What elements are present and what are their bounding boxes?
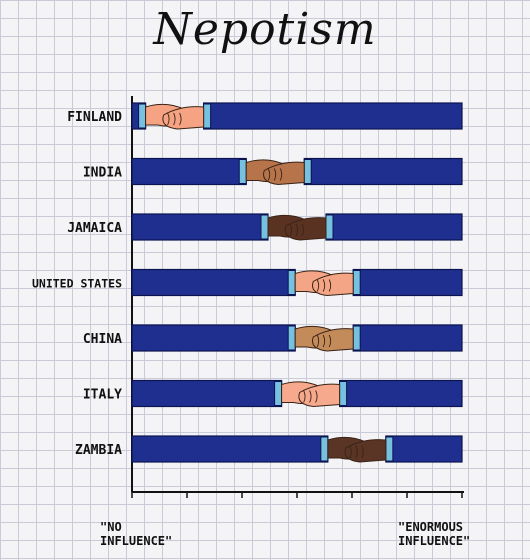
right-cuff	[325, 214, 334, 240]
nepotism-chart: FINLAND INDIA JAMAICA UNITED STATES CHINA ITA…	[32, 96, 464, 498]
left-sleeve	[131, 435, 329, 463]
handshake	[145, 103, 205, 130]
handshake	[245, 159, 305, 186]
bar-india: INDIA	[83, 157, 463, 186]
category-label: ITALY	[83, 388, 122, 403]
x-axis-min-label: "NO INFLUENCE"	[100, 520, 173, 548]
left-sleeve	[131, 213, 269, 241]
right-cuff	[339, 381, 348, 406]
x-axis-max-label: "ENORMOUS INFLUENCE"	[398, 520, 471, 548]
left-cuff	[138, 103, 147, 129]
handshake	[267, 214, 327, 241]
handshake	[327, 436, 387, 463]
right-sleeve	[325, 213, 463, 241]
left-cuff	[320, 436, 329, 462]
right-sleeve	[385, 435, 463, 463]
bar-finland: FINLAND	[67, 102, 463, 130]
right-cuff	[385, 436, 394, 462]
right-sleeve	[203, 102, 463, 130]
category-label: FINLAND	[67, 110, 122, 125]
left-cuff	[274, 381, 283, 406]
category-label: CHINA	[83, 332, 122, 347]
handshake	[294, 270, 354, 297]
handshake	[281, 381, 341, 408]
left-cuff	[238, 159, 247, 184]
category-label: ZAMBIA	[75, 443, 122, 458]
left-cuff	[287, 270, 296, 295]
right-sleeve	[303, 157, 463, 186]
category-label: UNITED STATES	[32, 277, 122, 291]
right-cuff	[352, 270, 361, 295]
left-sleeve	[131, 379, 283, 408]
right-sleeve	[339, 379, 463, 408]
right-cuff	[203, 103, 212, 129]
category-label: JAMAICA	[67, 221, 122, 236]
bar-united-states: UNITED STATES	[32, 268, 463, 297]
bar-italy: ITALY	[83, 379, 463, 408]
bar-china: CHINA	[83, 324, 463, 352]
left-cuff	[287, 325, 296, 351]
bar-jamaica: JAMAICA	[67, 213, 463, 241]
left-cuff	[260, 214, 269, 240]
left-sleeve	[131, 324, 296, 352]
right-cuff	[352, 325, 361, 351]
left-sleeve	[131, 157, 247, 186]
right-sleeve	[352, 324, 463, 352]
handshake	[294, 325, 354, 352]
left-sleeve	[131, 268, 296, 297]
bar-zambia: ZAMBIA	[75, 435, 463, 463]
right-sleeve	[352, 268, 463, 297]
category-label: INDIA	[83, 166, 122, 181]
right-cuff	[303, 159, 312, 184]
